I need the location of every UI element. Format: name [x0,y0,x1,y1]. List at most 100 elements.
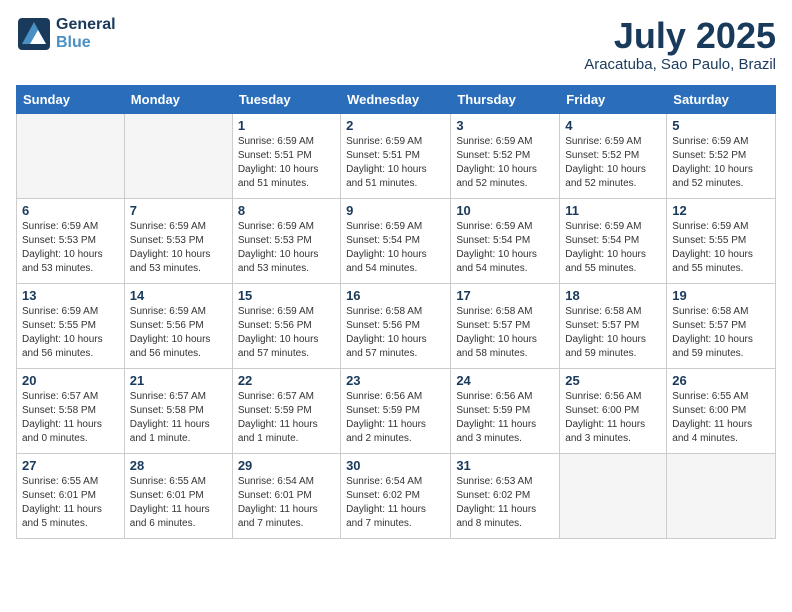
day-number: 14 [130,288,227,303]
calendar-cell [17,113,125,198]
day-info: Sunrise: 6:54 AM Sunset: 6:01 PM Dayligh… [238,475,335,531]
calendar-cell: 27Sunrise: 6:55 AM Sunset: 6:01 PM Dayli… [17,453,125,538]
day-info: Sunrise: 6:59 AM Sunset: 5:55 PM Dayligh… [672,220,770,276]
day-number: 11 [565,203,661,218]
calendar-cell: 24 Sunrise: 6:56 AM Sunset: 5:59 PM Dayli… [451,368,560,453]
calendar-cell: 18 Sunrise: 6:58 AM Sunset: 5:57 PM Dayli… [560,283,667,368]
calendar-cell: 9 Sunrise: 6:59 AM Sunset: 5:54 PM Daylig… [341,198,451,283]
calendar-cell: 21 Sunrise: 6:57 AM Sunset: 5:58 PM Dayli… [124,368,232,453]
calendar-cell: 5 Sunrise: 6:59 AM Sunset: 5:52 PM Daylig… [667,113,776,198]
title-section: July 2025 Aracatuba, Sao Paulo, Brazil [584,16,776,73]
day-number: 9 [346,203,445,218]
weekday-header-monday: Monday [124,85,232,113]
day-number: 29 [238,458,335,473]
day-info: Sunrise: 6:59 AM Sunset: 5:51 PM Dayligh… [346,135,445,191]
day-number: 20 [22,373,119,388]
calendar: SundayMondayTuesdayWednesdayThursdayFrid… [16,85,776,539]
day-info: Sunrise: 6:59 AM Sunset: 5:53 PM Dayligh… [22,220,119,276]
day-info: Sunrise: 6:59 AM Sunset: 5:54 PM Dayligh… [565,220,661,276]
day-info: Sunrise: 6:56 AM Sunset: 5:59 PM Dayligh… [346,390,445,446]
day-number: 18 [565,288,661,303]
day-info: Sunrise: 6:56 AM Sunset: 6:00 PM Dayligh… [565,390,661,446]
calendar-cell: 1 Sunrise: 6:59 AM Sunset: 5:51 PM Daylig… [232,113,340,198]
calendar-cell: 22 Sunrise: 6:57 AM Sunset: 5:59 PM Dayli… [232,368,340,453]
day-info: Sunrise: 6:56 AM Sunset: 5:59 PM Dayligh… [456,390,554,446]
calendar-cell: 2 Sunrise: 6:59 AM Sunset: 5:51 PM Daylig… [341,113,451,198]
day-number: 12 [672,203,770,218]
day-info: Sunrise: 6:58 AM Sunset: 5:57 PM Dayligh… [565,305,661,361]
day-number: 5 [672,118,770,133]
day-number: 25 [565,373,661,388]
calendar-cell: 23Sunrise: 6:56 AM Sunset: 5:59 PM Dayli… [341,368,451,453]
day-info: Sunrise: 6:58 AM Sunset: 5:57 PM Dayligh… [456,305,554,361]
day-info: Sunrise: 6:59 AM Sunset: 5:52 PM Dayligh… [565,135,661,191]
day-info: Sunrise: 6:59 AM Sunset: 5:55 PM Dayligh… [22,305,119,361]
day-number: 2 [346,118,445,133]
day-number: 4 [565,118,661,133]
day-number: 16 [346,288,445,303]
calendar-cell: 31 Sunrise: 6:53 AM Sunset: 6:02 PM Dayli… [451,453,560,538]
day-number: 28 [130,458,227,473]
calendar-cell: 26Sunrise: 6:55 AM Sunset: 6:00 PM Dayli… [667,368,776,453]
day-info: Sunrise: 6:59 AM Sunset: 5:52 PM Dayligh… [672,135,770,191]
day-info: Sunrise: 6:59 AM Sunset: 5:53 PM Dayligh… [130,220,227,276]
week-row-5: 27Sunrise: 6:55 AM Sunset: 6:01 PM Dayli… [17,453,776,538]
day-number: 31 [456,458,554,473]
weekday-header-wednesday: Wednesday [341,85,451,113]
day-info: Sunrise: 6:59 AM Sunset: 5:54 PM Dayligh… [456,220,554,276]
day-info: Sunrise: 6:59 AM Sunset: 5:51 PM Dayligh… [238,135,335,191]
day-info: Sunrise: 6:59 AM Sunset: 5:52 PM Dayligh… [456,135,554,191]
weekday-header-row: SundayMondayTuesdayWednesdayThursdayFrid… [17,85,776,113]
day-number: 17 [456,288,554,303]
day-info: Sunrise: 6:57 AM Sunset: 5:58 PM Dayligh… [22,390,119,446]
day-info: Sunrise: 6:57 AM Sunset: 5:58 PM Dayligh… [130,390,227,446]
calendar-cell [560,453,667,538]
calendar-cell: 15 Sunrise: 6:59 AM Sunset: 5:56 PM Dayli… [232,283,340,368]
day-number: 6 [22,203,119,218]
calendar-cell [667,453,776,538]
location: Aracatuba, Sao Paulo, Brazil [584,56,776,73]
calendar-cell: 14 Sunrise: 6:59 AM Sunset: 5:56 PM Dayli… [124,283,232,368]
day-info: Sunrise: 6:55 AM Sunset: 6:01 PM Dayligh… [22,475,119,531]
calendar-cell: 20 Sunrise: 6:57 AM Sunset: 5:58 PM Dayli… [17,368,125,453]
day-number: 10 [456,203,554,218]
day-info: Sunrise: 6:53 AM Sunset: 6:02 PM Dayligh… [456,475,554,531]
weekday-header-tuesday: Tuesday [232,85,340,113]
page-header: General Blue July 2025 Aracatuba, Sao Pa… [16,16,776,73]
calendar-cell: 16Sunrise: 6:58 AM Sunset: 5:56 PM Dayli… [341,283,451,368]
calendar-cell: 6 Sunrise: 6:59 AM Sunset: 5:53 PM Daylig… [17,198,125,283]
logo-blue-text: Blue [56,34,116,52]
day-info: Sunrise: 6:58 AM Sunset: 5:57 PM Dayligh… [672,305,770,361]
day-info: Sunrise: 6:57 AM Sunset: 5:59 PM Dayligh… [238,390,335,446]
calendar-cell: 28Sunrise: 6:55 AM Sunset: 6:01 PM Dayli… [124,453,232,538]
day-info: Sunrise: 6:59 AM Sunset: 5:53 PM Dayligh… [238,220,335,276]
calendar-cell: 8 Sunrise: 6:59 AM Sunset: 5:53 PM Daylig… [232,198,340,283]
day-number: 1 [238,118,335,133]
day-number: 15 [238,288,335,303]
week-row-1: 1 Sunrise: 6:59 AM Sunset: 5:51 PM Daylig… [17,113,776,198]
week-row-3: 13 Sunrise: 6:59 AM Sunset: 5:55 PM Dayli… [17,283,776,368]
calendar-cell: 12 Sunrise: 6:59 AM Sunset: 5:55 PM Dayli… [667,198,776,283]
day-number: 30 [346,458,445,473]
logo-text: General Blue [56,16,116,51]
calendar-cell: 10 Sunrise: 6:59 AM Sunset: 5:54 PM Dayli… [451,198,560,283]
calendar-cell: 4 Sunrise: 6:59 AM Sunset: 5:52 PM Daylig… [560,113,667,198]
weekday-header-saturday: Saturday [667,85,776,113]
day-number: 13 [22,288,119,303]
day-number: 22 [238,373,335,388]
calendar-cell: 30 Sunrise: 6:54 AM Sunset: 6:02 PM Dayli… [341,453,451,538]
weekday-header-friday: Friday [560,85,667,113]
day-info: Sunrise: 6:59 AM Sunset: 5:54 PM Dayligh… [346,220,445,276]
logo: General Blue [16,16,116,52]
day-info: Sunrise: 6:59 AM Sunset: 5:56 PM Dayligh… [130,305,227,361]
logo-icon [16,16,52,52]
day-number: 21 [130,373,227,388]
day-number: 26 [672,373,770,388]
week-row-4: 20 Sunrise: 6:57 AM Sunset: 5:58 PM Dayli… [17,368,776,453]
calendar-cell: 25 Sunrise: 6:56 AM Sunset: 6:00 PM Dayli… [560,368,667,453]
day-info: Sunrise: 6:59 AM Sunset: 5:56 PM Dayligh… [238,305,335,361]
day-number: 24 [456,373,554,388]
week-row-2: 6 Sunrise: 6:59 AM Sunset: 5:53 PM Daylig… [17,198,776,283]
day-number: 8 [238,203,335,218]
day-info: Sunrise: 6:54 AM Sunset: 6:02 PM Dayligh… [346,475,445,531]
